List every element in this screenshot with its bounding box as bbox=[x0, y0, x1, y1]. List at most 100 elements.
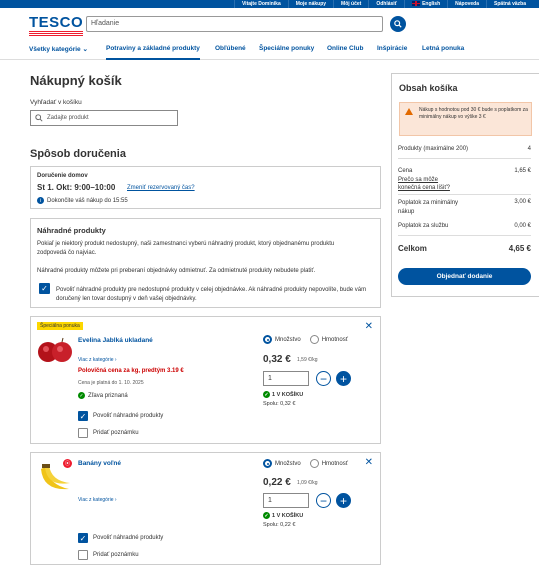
nav-online-club[interactable]: Online Club bbox=[327, 45, 363, 52]
product-name[interactable]: Evelina Jablká ukladané bbox=[78, 337, 153, 344]
offer-validity: Cena je platná do 1. 10. 2025 bbox=[78, 380, 144, 386]
add-note-label: Pridať poznámku bbox=[93, 552, 139, 558]
top-utility-bar: Vitajte Dominika Moje nákupy Môj účet Od… bbox=[0, 0, 539, 8]
item-total: Spolu: 0,32 € bbox=[263, 401, 296, 407]
language-link[interactable]: English bbox=[404, 0, 447, 8]
min-fee-label: Poplatok za minimálny nákup bbox=[398, 200, 459, 215]
divider bbox=[398, 235, 531, 236]
check-circle-icon: ✓ bbox=[78, 392, 85, 399]
product-name[interactable]: Banány voľné bbox=[78, 460, 121, 467]
quantity-label: Množstvo bbox=[275, 336, 301, 343]
increase-quantity-button[interactable]: + bbox=[336, 371, 351, 386]
total-value: 4,65 € bbox=[508, 244, 531, 253]
logout-link[interactable]: Odhlásiť bbox=[368, 0, 404, 8]
warning-text: Nákup s hodnotou pod 30 € bude s poplatk… bbox=[419, 107, 528, 120]
weight-label: Hmotnosť bbox=[321, 460, 348, 467]
min-fee-value: 3,00 € bbox=[514, 199, 531, 205]
service-fee-label: Poplatok za službu bbox=[398, 223, 449, 229]
clubcard-icon: ⦿ bbox=[63, 459, 72, 468]
price-value: 1,65 € bbox=[514, 168, 531, 174]
total-row: Celkom 4,65 € bbox=[398, 244, 531, 253]
check-circle-icon: ✓ bbox=[263, 391, 270, 398]
allow-substitute-checkbox[interactable]: ✓ bbox=[78, 533, 88, 543]
price-info-link[interactable]: Prečo sa môže konečná cena líšiť? bbox=[398, 176, 458, 192]
main-nav: Všetky kategórie ⌄ Potraviny a základné … bbox=[0, 40, 539, 60]
min-fee-row: Poplatok za minimálny nákup 3,00 € bbox=[398, 199, 531, 217]
help-link[interactable]: Nápoveda bbox=[447, 0, 486, 8]
in-cart-status: 1 V KOŠÍKU bbox=[272, 391, 304, 398]
order-delivery-button[interactable]: Objednať dodanie bbox=[398, 268, 531, 285]
substitutes-text: Pokiaľ je niektorý produkt nedostupný, n… bbox=[37, 241, 335, 256]
my-account-link[interactable]: Môj účet bbox=[333, 0, 368, 8]
quantity-input[interactable]: 1 bbox=[263, 493, 309, 508]
chevron-down-icon: ⌄ bbox=[82, 46, 88, 53]
offer-text: Polovičná cena za kg, predtým 3.19 € bbox=[78, 368, 184, 374]
welcome-link[interactable]: Vitajte Dominika bbox=[233, 0, 288, 8]
cart-item: ✕ ⦿ Banány voľné Viac z kategórie › ✓ Po… bbox=[30, 452, 381, 565]
uk-flag-icon bbox=[412, 1, 421, 7]
add-note-checkbox[interactable] bbox=[78, 550, 88, 560]
quantity-label: Množstvo bbox=[275, 460, 301, 467]
increase-quantity-button[interactable]: + bbox=[336, 493, 351, 508]
quantity-radio[interactable] bbox=[263, 459, 272, 468]
unit-price: 1,09 €/kg bbox=[297, 480, 318, 486]
nav-special-offers[interactable]: Špeciálne ponuky bbox=[259, 45, 314, 52]
product-price: 0,22 € bbox=[263, 477, 291, 488]
total-label: Celkom bbox=[398, 244, 427, 253]
quantity-input[interactable]: 1 bbox=[263, 371, 309, 386]
more-from-category-link[interactable]: Viac z kategórie › bbox=[78, 357, 117, 363]
nav-all-categories[interactable]: Všetky kategórie ⌄ bbox=[29, 45, 88, 53]
allow-all-substitutes-checkbox[interactable]: ✓ bbox=[39, 283, 50, 294]
products-row: Produkty (maximálne 200) 4 bbox=[398, 146, 531, 152]
allow-all-substitutes-label: Povoliť náhradné produkty pre nedostupné… bbox=[56, 287, 367, 302]
nav-favourites[interactable]: Obľúbené bbox=[215, 45, 246, 52]
item-total: Spolu: 0,22 € bbox=[263, 522, 296, 528]
delivery-slot: St 1. Okt: 9:00–10:00 bbox=[37, 183, 116, 192]
change-slot-link[interactable]: Zmeniť rezervovaný čas? bbox=[127, 185, 195, 191]
cart-item: Špeciálna ponuka ✕ Evelina Jablká uklada… bbox=[30, 316, 381, 444]
add-note-checkbox[interactable] bbox=[78, 428, 88, 438]
products-label: Produkty (maximálne 200) bbox=[398, 146, 469, 152]
in-cart-status: 1 V KOŠÍKU bbox=[272, 512, 304, 519]
apple-image bbox=[38, 337, 72, 362]
service-fee-row: Poplatok za službu 0,00 € bbox=[398, 223, 531, 229]
my-orders-link[interactable]: Moje nákupy bbox=[287, 0, 333, 8]
cart-search-label: Vyhľadať v košíku bbox=[30, 99, 82, 106]
quantity-radio[interactable] bbox=[263, 335, 272, 344]
price-label: Cena bbox=[398, 168, 413, 174]
search-icon bbox=[35, 114, 43, 122]
weight-radio[interactable] bbox=[309, 459, 319, 468]
nav-groceries[interactable]: Potraviny a základné produkty bbox=[106, 45, 200, 60]
summary-title: Obsah košíka bbox=[399, 83, 458, 93]
close-icon[interactable]: ✕ bbox=[365, 457, 373, 468]
search-button[interactable] bbox=[390, 16, 406, 32]
divider bbox=[398, 158, 531, 159]
logo-stripes bbox=[29, 31, 83, 36]
search-input[interactable]: Hľadanie bbox=[86, 16, 383, 32]
decrease-quantity-button[interactable]: − bbox=[316, 371, 331, 386]
service-fee-value: 0,00 € bbox=[514, 223, 531, 229]
feedback-link[interactable]: Spätná väzba bbox=[486, 0, 533, 8]
allow-substitute-label: Povoliť náhradné produkty bbox=[93, 535, 164, 541]
more-from-category-link[interactable]: Viac z kategórie › bbox=[78, 497, 117, 503]
close-icon[interactable]: ✕ bbox=[365, 321, 373, 332]
allow-substitute-checkbox[interactable]: ✓ bbox=[78, 411, 88, 421]
weight-label: Hmotnosť bbox=[321, 336, 348, 343]
substitutes-box: Náhradné produkty Pokiaľ je niektorý pro… bbox=[30, 218, 381, 308]
nav-summer-offer[interactable]: Letná ponuka bbox=[422, 45, 464, 52]
page-title: Nákupný košík bbox=[30, 73, 122, 88]
add-note-label: Pridať poznámku bbox=[93, 430, 139, 436]
search-icon bbox=[394, 20, 402, 28]
tesco-logo[interactable]: TESCO bbox=[29, 15, 83, 36]
allow-substitute-label: Povoliť náhradné produkty bbox=[93, 413, 164, 419]
delivery-box: Doručenie domov St 1. Okt: 9:00–10:00 Zm… bbox=[30, 166, 381, 209]
nav-inspiration[interactable]: Inšpirácie bbox=[377, 45, 407, 52]
substitutes-title: Náhradné produkty bbox=[37, 226, 106, 235]
unit-price: 1,59 €/kg bbox=[297, 357, 318, 363]
weight-radio[interactable] bbox=[309, 335, 319, 344]
special-offer-badge: Špeciálna ponuka bbox=[37, 322, 83, 330]
divider bbox=[398, 194, 531, 195]
decrease-quantity-button[interactable]: − bbox=[316, 493, 331, 508]
cart-search-input[interactable]: Zadajte produkt bbox=[30, 110, 178, 126]
product-price: 0,32 € bbox=[263, 354, 291, 365]
